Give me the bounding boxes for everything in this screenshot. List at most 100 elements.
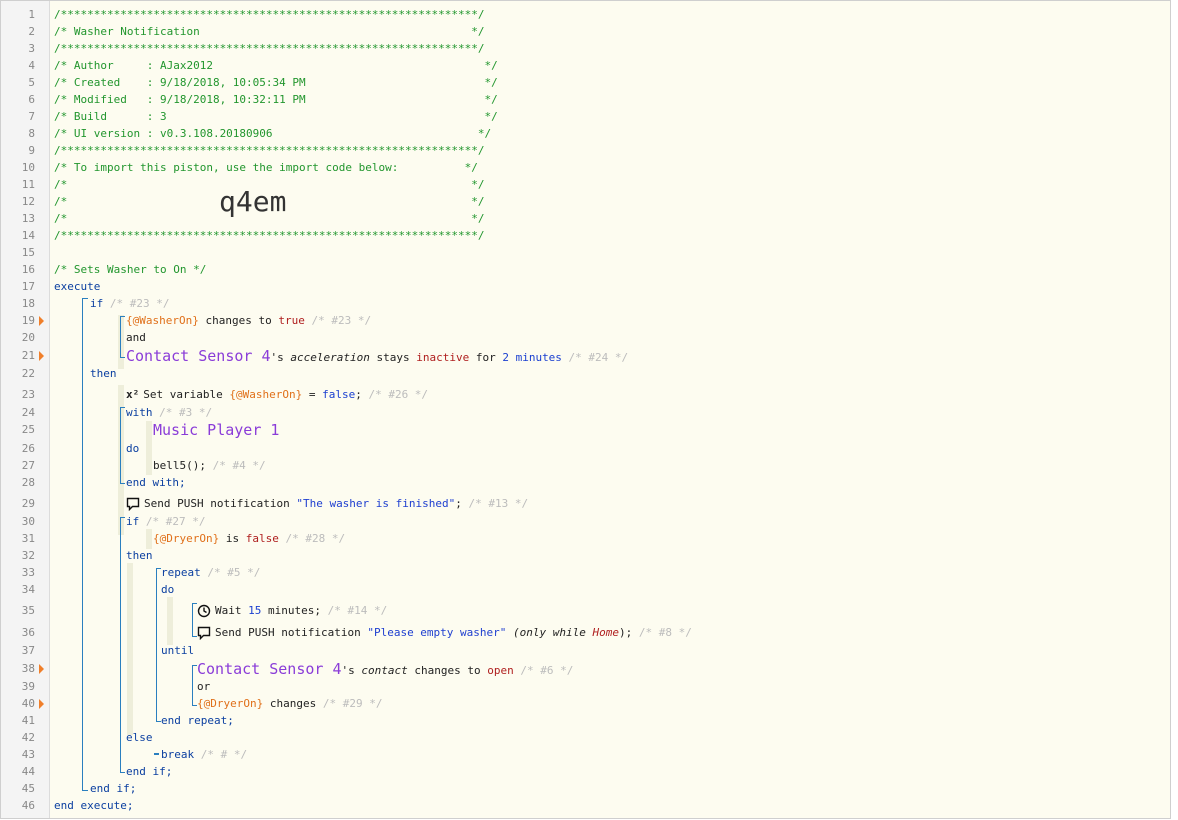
line-content: or <box>197 678 210 696</box>
line-number: 21 <box>21 349 35 362</box>
line-number: 5 <box>28 76 35 89</box>
code-line-28: 28 end with; <box>1 474 1170 492</box>
end-repeat-keyword: end repeat; <box>161 714 234 727</box>
build-comment: /* Build : 3 */ <box>54 110 498 123</box>
line-number: 41 <box>21 714 35 727</box>
comment-marker: /* #4 */ <box>205 459 266 472</box>
line-content: Send PUSH notification "The washer is fi… <box>126 495 528 513</box>
do-keyword: do <box>126 442 140 455</box>
then-keyword: then <box>126 549 153 562</box>
line-content: /* Washer Notification */ <box>54 23 484 41</box>
code-line-15: 15 <box>1 244 1170 262</box>
break-keyword: break <box>161 748 195 761</box>
trigger-marker-icon <box>39 351 44 361</box>
line-number: 42 <box>21 731 35 744</box>
comment-marker: /* #23 */ <box>304 314 372 327</box>
code-line-4: 4 /* Author : AJax2012 */ <box>1 57 1170 75</box>
chat-icon <box>197 626 211 640</box>
until-keyword: until <box>161 644 195 657</box>
text: ); <box>619 626 633 639</box>
line-content: do <box>126 440 139 458</box>
line-content: Send PUSH notification "Please empty was… <box>197 624 692 642</box>
end-if-keyword: end if; <box>126 765 173 778</box>
text: 's <box>270 351 291 364</box>
device-contact-sensor-4[interactable]: Contact Sensor 4 <box>126 347 271 365</box>
device-contact-sensor-4[interactable]: Contact Sensor 4 <box>197 660 342 678</box>
device-music-player-1[interactable]: Music Player 1 <box>153 421 279 439</box>
line-number: 19 <box>21 314 35 327</box>
operator-text: is <box>219 532 246 545</box>
line-content: Contact Sensor 4's acceleration stays in… <box>126 347 628 367</box>
line-content: /***************************************… <box>54 6 484 24</box>
header-border: /***************************************… <box>54 42 485 55</box>
washer-on-variable[interactable]: {@WasherOn} <box>229 388 302 401</box>
line-content: else <box>126 729 153 747</box>
code-line-41: 41 end repeat; <box>1 712 1170 730</box>
condition-text: (only while <box>506 626 593 639</box>
code-line-39: 39 or <box>1 678 1170 696</box>
comment-marker: /* #27 */ <box>139 515 206 528</box>
line-content: end if; <box>90 780 136 798</box>
comment-marker: /* #23 */ <box>103 297 170 310</box>
attribute-contact: contact <box>361 664 408 677</box>
line-content: /* Build : 3 */ <box>54 108 498 126</box>
comment-marker: /* #28 */ <box>278 532 346 545</box>
line-content: Wait 15 minutes; /* #14 */ <box>197 602 387 620</box>
set-variable-text: Set variable <box>143 388 230 401</box>
line-content: end with; <box>126 474 186 492</box>
modified-comment: /* Modified : 9/18/2018, 10:32:11 PM */ <box>54 93 498 106</box>
code-line-36: 36 Send PUSH notification "Please empty w… <box>1 624 1170 642</box>
comment-marker: /* #14 */ <box>320 604 388 617</box>
comment-marker: /* #24 */ <box>561 351 629 364</box>
or-operator: or <box>197 680 211 693</box>
line-content: end if; <box>126 763 172 781</box>
sets-washer-comment: /* Sets Washer to On */ <box>54 263 207 276</box>
code-line-40: 40 {@DryerOn} changes /* #29 */ <box>1 695 1170 713</box>
line-number: 15 <box>21 246 35 259</box>
code-line-24: 24 with /* #3 */ <box>1 404 1170 422</box>
dryer-on-variable[interactable]: {@DryerOn} <box>197 697 263 710</box>
code-line-33: 33 repeat /* #5 */ <box>1 564 1170 582</box>
code-line-34: 34 do <box>1 581 1170 599</box>
line-number: 14 <box>21 229 35 242</box>
line-content: /* Created : 9/18/2018, 10:05:34 PM */ <box>54 74 498 92</box>
line-content: Music Player 1 <box>153 421 279 441</box>
washer-on-variable[interactable]: {@WasherOn} <box>126 314 199 327</box>
bell5-command: bell5(); <box>153 459 206 472</box>
clock-icon <box>197 604 211 618</box>
code-line-12: 12/* */ <box>1 193 1170 211</box>
code-line-30: 30 if /* #27 */ <box>1 513 1170 531</box>
line-number: 28 <box>21 476 35 489</box>
true-value: true <box>278 314 305 327</box>
duration-value: 2 minutes <box>502 351 562 364</box>
line-number: 35 <box>21 604 35 617</box>
line-number: 37 <box>21 644 35 657</box>
line-number: 23 <box>21 388 35 401</box>
code-line-16: 16 /* Sets Washer to On */ <box>1 261 1170 279</box>
code-line-46: 46 end execute; <box>1 797 1170 815</box>
line-number: 39 <box>21 680 35 693</box>
code-line-1: 1 /**************************************… <box>1 6 1170 24</box>
line-number: 30 <box>21 515 35 528</box>
comment-marker: /* #6 */ <box>513 664 574 677</box>
open-value: open <box>487 664 514 677</box>
code-line-38: 38 Contact Sensor 4's contact changes to … <box>1 660 1170 678</box>
do-keyword: do <box>161 583 175 596</box>
line-content: /***************************************… <box>54 40 484 58</box>
line-number: 7 <box>28 110 35 123</box>
line-content: /* To import this piston, use the import… <box>54 159 478 177</box>
dryer-on-variable[interactable]: {@DryerOn} <box>153 532 219 545</box>
code-line-21: 21 Contact Sensor 4's acceleration stays … <box>1 347 1170 365</box>
code-line-6: 6 /* Modified : 9/18/2018, 10:32:11 PM */ <box>1 91 1170 109</box>
comment-marker: /* #29 */ <box>316 697 383 710</box>
repeat-keyword: repeat <box>161 566 201 579</box>
header-border: /***************************************… <box>54 229 485 242</box>
line-number: 32 <box>21 549 35 562</box>
code-line-10: 10 /* To import this piston, use the impo… <box>1 159 1170 177</box>
code-line-14: 14 /*************************************… <box>1 227 1170 245</box>
chat-icon <box>126 497 140 511</box>
line-number: 22 <box>21 367 35 380</box>
line-number: 29 <box>21 497 35 510</box>
line-content: repeat /* #5 */ <box>161 564 260 582</box>
line-content: x² Set variable {@WasherOn} = false; /* #… <box>126 386 428 404</box>
